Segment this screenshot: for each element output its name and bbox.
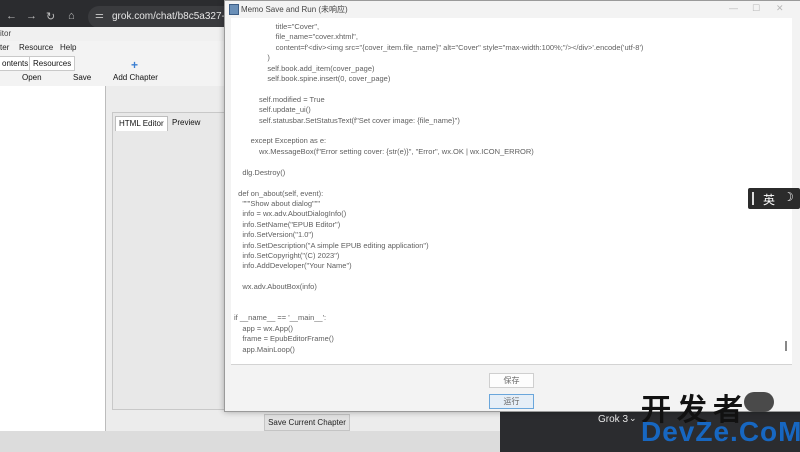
close-icon[interactable]: ✕ (776, 3, 784, 14)
url-text: grok.com/chat/b8c5a327-7 (112, 11, 231, 22)
code-line: self.update_ui() (234, 105, 311, 115)
code-line: dlg.Destroy() (234, 167, 286, 177)
code-text: title="Cover", file_name="cover.xhtml", … (234, 22, 784, 355)
tab-resources[interactable]: Resources (29, 56, 76, 71)
code-line: info = wx.adv.AboutDialogInfo() (234, 209, 347, 219)
editor-panel (112, 112, 227, 410)
code-line: file_name="cover.xhtml", (234, 32, 358, 42)
ime-handle[interactable] (752, 192, 754, 205)
model-selector[interactable]: Grok 3 (598, 414, 628, 425)
app-icon (229, 4, 239, 15)
tab-html-editor[interactable]: HTML Editor (115, 116, 168, 131)
add-chapter-button[interactable]: Add Chapter (113, 73, 158, 82)
code-line: def on_about(self, event): (234, 188, 324, 198)
code-line: ) (234, 53, 270, 63)
code-line: info.SetCopyright("(C) 2023") (234, 250, 340, 260)
epub-statusbar (0, 431, 500, 452)
code-line: title="Cover", (234, 22, 320, 31)
code-line: info.SetName("EPUB Editor") (234, 219, 341, 229)
site-settings-icon[interactable]: ⚌ (95, 10, 104, 21)
memo-title: Memo Save and Run (未响应) (241, 5, 348, 14)
save-current-chapter-button[interactable]: Save Current Chapter (264, 414, 350, 431)
forward-icon[interactable]: → (26, 10, 37, 22)
code-line: if __name__ == '__main__': (234, 313, 327, 323)
code-line: wx.MessageBox(f"Error setting cover: {st… (234, 146, 534, 156)
code-line: self.book.add_item(cover_page) (234, 63, 375, 73)
code-line: self.modified = True (234, 94, 325, 104)
ime-language-indicator[interactable]: 英 (763, 191, 775, 208)
watermark-en: DevZe.CoM (641, 416, 800, 447)
tab-contents[interactable]: ontents (0, 56, 33, 71)
minimize-icon[interactable]: — (729, 3, 738, 13)
epub-editor-titlebar: itor (0, 27, 225, 41)
save-button[interactable]: Save (73, 73, 91, 82)
reload-icon[interactable]: ↻ (46, 10, 55, 23)
memo-run-button[interactable]: 运行 (489, 394, 534, 409)
open-button[interactable]: Open (22, 73, 42, 82)
chevron-down-icon[interactable]: ⌄ (629, 413, 637, 424)
code-line: info.AddDeveloper("Your Name") (234, 261, 352, 271)
code-line: except Exception as e: (234, 136, 327, 146)
back-icon[interactable]: ← (6, 10, 17, 22)
code-line: content=f'<div><img src="{cover_item.fil… (234, 42, 644, 52)
code-line: frame = EpubEditorFrame() (234, 334, 334, 344)
code-line: info.SetDescription("A simple EPUB editi… (234, 240, 429, 250)
divider (231, 364, 792, 365)
moon-icon[interactable]: ☽ (783, 190, 794, 204)
code-line: self.statusbar.SetStatusText(f"Set cover… (234, 115, 460, 125)
chapter-tree[interactable] (0, 86, 106, 431)
menu-help[interactable]: Help (60, 43, 76, 52)
menu-resource[interactable]: Resource (19, 43, 53, 52)
epub-editor-title: itor (0, 29, 12, 38)
memo-save-button[interactable]: 保存 (489, 373, 534, 388)
home-icon[interactable]: ⌂ (68, 10, 75, 22)
code-line: self.book.spine.insert(0, cover_page) (234, 74, 391, 84)
code-line: info.SetVersion("1.0") (234, 230, 314, 240)
code-line: wx.adv.AboutBox(info) (234, 282, 317, 292)
menu-chapter[interactable]: ter (0, 43, 9, 52)
code-line: """Show about dialog""" (234, 198, 321, 208)
maximize-icon[interactable]: ☐ (752, 3, 760, 14)
code-line: app.MainLoop() (234, 344, 295, 354)
tab-preview[interactable]: Preview (169, 116, 203, 130)
scrollbar-thumb[interactable] (785, 341, 787, 351)
code-line: app = wx.App() (234, 323, 293, 333)
add-chapter-icon[interactable]: + (131, 58, 138, 72)
